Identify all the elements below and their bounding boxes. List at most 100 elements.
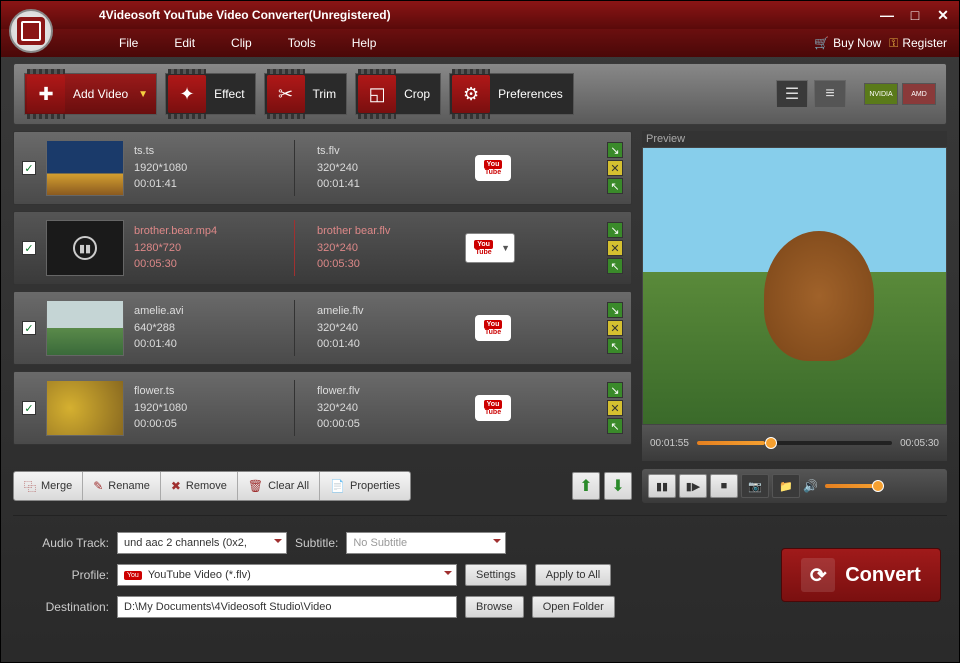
row-remove-icon[interactable]: ✕ [607,160,623,176]
format-badge[interactable]: YouTube [475,395,511,421]
delete-icon: ✖ [171,479,181,493]
apply-to-all-button[interactable]: Apply to All [535,564,611,586]
merge-button[interactable]: ⿻Merge [14,472,83,500]
info-icon: 📄 [330,479,345,493]
preview-panel: Preview 00:01:55 00:05:30 [642,131,947,461]
file-output-info: brother bear.flv 320*240 00:05:30 [305,223,445,273]
add-video-button[interactable]: ✚ Add Video ▼ [24,73,157,115]
app-window: 4Videosoft YouTube Video Converter(Unreg… [0,0,960,663]
destination-input[interactable] [117,596,457,618]
open-folder-button[interactable]: Open Folder [532,596,615,618]
format-badge[interactable]: YouTube [475,315,511,341]
cart-icon: 🛒 [814,36,829,50]
stop-button[interactable]: ■ [710,474,738,498]
snapshot-button[interactable]: 📷 [741,474,769,498]
file-row[interactable]: ✓ ts.ts 1920*1080 00:01:41 ts.flv 320*24… [13,131,632,205]
register-link[interactable]: ⚿ Register [889,36,947,51]
menu-clip[interactable]: Clip [213,36,270,50]
format-dropdown[interactable]: YouTube ▼ [465,233,515,263]
close-button[interactable]: ✕ [935,7,951,23]
subtitle-select[interactable]: No Subtitle [346,532,506,554]
gear-icon: ⚙ [452,75,490,113]
rename-button[interactable]: ✎Rename [83,472,161,500]
trash-icon: 🗑 [248,479,263,493]
row-remove-icon[interactable]: ✕ [607,320,623,336]
scissors-icon: ✂ [267,75,305,113]
row-expand-icon[interactable]: ↘ [607,382,623,398]
amd-badge: AMD [902,83,936,105]
file-checkbox[interactable]: ✓ [22,161,36,175]
player-controls: ▮▮ ▮▶ ■ 📷 📁 🔊 [642,469,947,503]
file-checkbox[interactable]: ✓ [22,241,36,255]
row-remove-icon[interactable]: ✕ [607,400,623,416]
effect-icon: ✦ [168,75,206,113]
format-badge[interactable]: YouTube [475,155,511,181]
row-collapse-icon[interactable]: ↖ [607,338,623,354]
step-button[interactable]: ▮▶ [679,474,707,498]
effect-button[interactable]: ✦ Effect [165,73,255,115]
browse-button[interactable]: Browse [465,596,524,618]
audio-track-label: Audio Track: [19,536,109,550]
file-thumbnail [46,300,124,356]
file-checkbox[interactable]: ✓ [22,321,36,335]
pause-button[interactable]: ▮▮ [648,474,676,498]
menu-tools[interactable]: Tools [270,36,334,50]
file-output-info: amelie.flv 320*240 00:01:40 [305,303,445,353]
menu-file[interactable]: File [101,36,156,50]
row-expand-icon[interactable]: ↘ [607,302,623,318]
output-settings: Audio Track: und aac 2 channels (0x2, Su… [19,532,761,618]
row-collapse-icon[interactable]: ↖ [607,178,623,194]
key-icon: ⚿ [889,36,898,51]
list-actions: ⿻Merge ✎Rename ✖Remove 🗑Clear All 📄Prope… [13,471,411,501]
dropdown-arrow-icon[interactable]: ▼ [138,89,156,100]
app-logo [9,9,53,53]
volume-slider[interactable] [825,484,880,488]
maximize-button[interactable]: □ [907,7,923,23]
file-row[interactable]: ✓ flower.ts 1920*1080 00:00:05 flower.fl… [13,371,632,445]
file-source-info: amelie.avi 640*288 00:01:40 [134,303,284,353]
menu-help[interactable]: Help [334,36,395,50]
preview-viewport[interactable] [642,147,947,425]
plus-icon: ✚ [27,75,65,113]
row-expand-icon[interactable]: ↘ [607,222,623,238]
preferences-button[interactable]: ⚙ Preferences [449,73,574,115]
snapshot-folder-button[interactable]: 📁 [772,474,800,498]
row-collapse-icon[interactable]: ↖ [607,258,623,274]
convert-button[interactable]: ⟳ Convert [781,548,941,602]
row-collapse-icon[interactable]: ↖ [607,418,623,434]
audio-track-select[interactable]: und aac 2 channels (0x2, [117,532,287,554]
move-up-button[interactable]: ⬆ [572,472,600,500]
clear-all-button[interactable]: 🗑Clear All [238,472,320,500]
minimize-button[interactable]: — [879,7,895,23]
menu-edit[interactable]: Edit [156,36,213,50]
file-row[interactable]: ✓ ▮▮ brother.bear.mp4 1280*720 00:05:30 … [13,211,632,285]
total-time: 00:05:30 [900,438,939,449]
subtitle-label: Subtitle: [295,536,338,550]
current-time: 00:01:55 [650,438,689,449]
merge-icon: ⿻ [24,478,36,495]
file-checkbox[interactable]: ✓ [22,401,36,415]
move-down-button[interactable]: ⬇ [604,472,632,500]
settings-button[interactable]: Settings [465,564,527,586]
preview-label: Preview [642,131,947,147]
row-expand-icon[interactable]: ↘ [607,142,623,158]
file-thumbnail [46,140,124,196]
title-bar: 4Videosoft YouTube Video Converter(Unreg… [1,1,959,29]
profile-select[interactable]: YouYouTube Video (*.flv) [117,564,457,586]
volume-icon: 🔊 [803,479,818,493]
remove-button[interactable]: ✖Remove [161,472,238,500]
crop-button[interactable]: ◱ Crop [355,73,441,115]
list-view-button[interactable]: ☰ [776,80,808,108]
row-remove-icon[interactable]: ✕ [607,240,623,256]
seek-bar-area: 00:01:55 00:05:30 [642,425,947,461]
file-row[interactable]: ✓ amelie.avi 640*288 00:01:40 amelie.flv… [13,291,632,365]
pencil-icon: ✎ [93,479,103,493]
trim-button[interactable]: ✂ Trim [264,73,348,115]
seek-slider[interactable] [697,441,892,445]
properties-button[interactable]: 📄Properties [320,472,410,500]
detail-view-button[interactable]: ≡ [814,80,846,108]
crop-icon: ◱ [358,75,396,113]
file-thumbnail [46,380,124,436]
buy-now-link[interactable]: 🛒 Buy Now [814,36,881,50]
file-source-info: ts.ts 1920*1080 00:01:41 [134,143,284,193]
